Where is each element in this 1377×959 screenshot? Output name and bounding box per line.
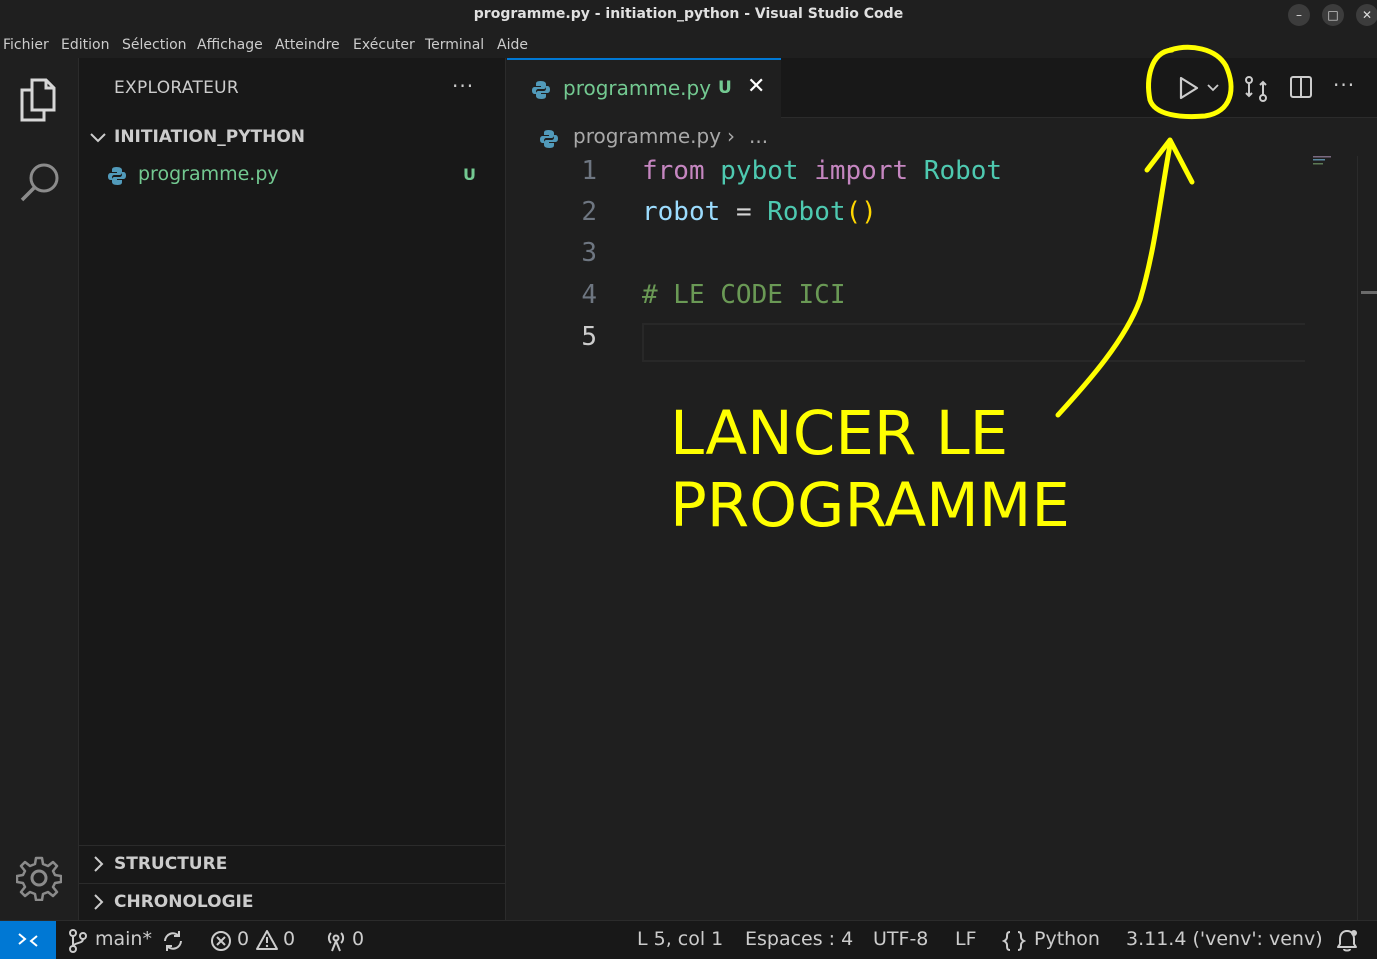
code-line: 3 bbox=[507, 238, 1307, 279]
breadcrumb-symbols[interactable]: ... bbox=[749, 124, 768, 148]
ports-broadcast-icon[interactable] bbox=[324, 928, 348, 952]
variable-token: robot bbox=[642, 197, 721, 227]
minimize-button[interactable]: – bbox=[1288, 4, 1310, 26]
minimap[interactable] bbox=[1313, 156, 1337, 166]
line-content: robot = Robot() bbox=[642, 197, 877, 227]
menu-atteindre[interactable]: Atteindre bbox=[275, 37, 340, 53]
title-bar: programme.py - initiation_python - Visua… bbox=[0, 0, 1377, 30]
class-token: Robot bbox=[923, 156, 1003, 186]
search-icon[interactable] bbox=[18, 160, 62, 204]
language-mode[interactable]: Python bbox=[1034, 928, 1100, 950]
menu-bar: Fichier Edition Sélection Affichage Atte… bbox=[0, 30, 1377, 58]
comment-token: # LE CODE ICI bbox=[642, 280, 846, 310]
code-line: 2 robot = Robot() bbox=[507, 197, 1307, 238]
keyword-token: import bbox=[814, 156, 909, 186]
breadcrumb-file[interactable]: programme.py bbox=[573, 124, 721, 148]
git-branch-label[interactable]: main* bbox=[95, 928, 152, 950]
line-number: 3 bbox=[581, 238, 597, 268]
python-file-icon bbox=[108, 167, 126, 185]
git-branch-icon bbox=[69, 929, 87, 953]
annotation-line-1: LANCER LE bbox=[670, 398, 1009, 469]
menu-executer[interactable]: Exécuter bbox=[353, 37, 415, 53]
section-header-chronologie[interactable]: CHRONOLOGIE bbox=[79, 883, 506, 919]
section-label-structure: STRUCTURE bbox=[114, 854, 228, 874]
python-file-icon bbox=[532, 81, 550, 99]
annotation-line-2: PROGRAMME bbox=[670, 470, 1070, 541]
editor-tabs-bar: programme.py U ✕ ··· bbox=[507, 58, 1377, 118]
section-header-structure[interactable]: STRUCTURE bbox=[79, 845, 506, 881]
folder-header-initiation-python[interactable]: INITIATION_PYTHON bbox=[79, 119, 506, 155]
annotation-label: LANCER LE PROGRAMME bbox=[670, 398, 1170, 542]
line-number: 2 bbox=[581, 197, 597, 227]
split-editor-icon[interactable] bbox=[1289, 75, 1313, 99]
explorer-icon[interactable] bbox=[18, 76, 60, 122]
run-python-file-icon[interactable] bbox=[1175, 74, 1201, 102]
code-line: 1 from pybot import Robot bbox=[507, 156, 1307, 197]
menu-affichage[interactable]: Affichage bbox=[197, 37, 263, 53]
activity-bar bbox=[0, 58, 79, 920]
module-token: pybot bbox=[720, 156, 799, 186]
chevron-right-icon bbox=[94, 856, 104, 872]
menu-terminal[interactable]: Terminal bbox=[425, 37, 484, 53]
keyword-token: from bbox=[642, 156, 705, 186]
code-line: 4 # LE CODE ICI bbox=[507, 280, 1307, 321]
explorer-more-actions-button[interactable]: ··· bbox=[452, 74, 474, 98]
language-braces-icon bbox=[1002, 931, 1026, 951]
error-icon[interactable] bbox=[210, 930, 232, 952]
eol-setting[interactable]: LF bbox=[955, 928, 977, 950]
maximize-button[interactable]: □ bbox=[1322, 4, 1344, 26]
vertical-scrollbar[interactable] bbox=[1357, 156, 1371, 920]
vscode-window: programme.py - initiation_python - Visua… bbox=[0, 0, 1377, 959]
window-title: programme.py - initiation_python - Visua… bbox=[473, 6, 904, 22]
settings-gear-icon[interactable] bbox=[16, 855, 62, 901]
menu-selection[interactable]: Sélection bbox=[122, 37, 187, 53]
paren-token: () bbox=[845, 197, 877, 227]
code-line: 5 bbox=[507, 322, 1307, 363]
tab-close-button[interactable]: ✕ bbox=[747, 74, 765, 99]
scrollbar-cursor-marker bbox=[1361, 291, 1377, 294]
menu-aide[interactable]: Aide bbox=[497, 37, 528, 53]
editor-more-actions-button[interactable]: ··· bbox=[1333, 73, 1355, 97]
line-content: from pybot import Robot bbox=[642, 156, 1002, 186]
sync-icon[interactable] bbox=[161, 929, 185, 953]
file-name: programme.py bbox=[138, 163, 279, 185]
chevron-down-icon bbox=[90, 133, 106, 143]
warning-count[interactable]: 0 bbox=[283, 928, 295, 950]
notifications-bell-icon[interactable] bbox=[1335, 928, 1359, 954]
python-file-icon bbox=[540, 130, 558, 148]
chevron-right-icon bbox=[94, 894, 104, 910]
python-interpreter[interactable]: 3.11.4 ('venv': venv) bbox=[1126, 928, 1323, 950]
encoding-setting[interactable]: UTF-8 bbox=[873, 928, 928, 950]
class-token: Robot bbox=[767, 197, 846, 227]
remote-icon bbox=[18, 933, 38, 947]
status-bar: main* 0 0 0 L 5, col 1 Espaces : 4 UTF-8… bbox=[0, 920, 1377, 959]
ports-count[interactable]: 0 bbox=[352, 928, 364, 950]
section-label-chronologie: CHRONOLOGIE bbox=[114, 892, 254, 912]
line-number: 1 bbox=[581, 156, 597, 186]
tab-untracked-badge: U bbox=[718, 78, 732, 98]
folder-label: INITIATION_PYTHON bbox=[114, 127, 306, 147]
explorer-sidebar: EXPLORATEUR ··· INITIATION_PYTHON progra… bbox=[79, 58, 506, 920]
tab-label: programme.py bbox=[563, 76, 712, 100]
breadcrumb-separator: › bbox=[727, 124, 735, 148]
file-item-programme-py[interactable]: programme.py U bbox=[79, 158, 506, 194]
run-dropdown-chevron-icon[interactable] bbox=[1206, 82, 1220, 94]
tab-programme-py[interactable]: programme.py U ✕ bbox=[507, 58, 781, 118]
cursor-position[interactable]: L 5, col 1 bbox=[637, 928, 723, 950]
operator-token: = bbox=[735, 197, 752, 227]
menu-edition[interactable]: Edition bbox=[61, 37, 109, 53]
explorer-title: EXPLORATEUR bbox=[114, 78, 239, 98]
git-untracked-badge: U bbox=[463, 165, 476, 184]
remote-indicator-button[interactable] bbox=[0, 921, 56, 959]
indentation-setting[interactable]: Espaces : 4 bbox=[745, 928, 853, 950]
close-window-button[interactable]: ✕ bbox=[1356, 4, 1377, 26]
menu-fichier[interactable]: Fichier bbox=[3, 37, 49, 53]
line-number: 4 bbox=[581, 280, 597, 310]
open-changes-icon[interactable] bbox=[1242, 74, 1270, 104]
warning-icon[interactable] bbox=[255, 929, 279, 951]
line-number: 5 bbox=[581, 322, 597, 352]
error-count[interactable]: 0 bbox=[237, 928, 249, 950]
